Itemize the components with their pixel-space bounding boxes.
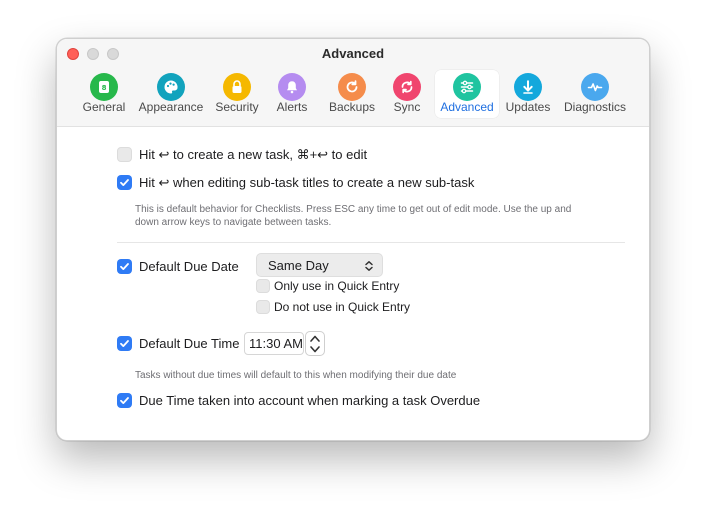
tab-general[interactable]: 8 General: [78, 70, 130, 118]
only-quick-entry-label: Only use in Quick Entry: [274, 279, 400, 293]
tab-diagnostics[interactable]: Diagnostics: [560, 70, 630, 118]
default-due-date-checkbox[interactable]: [117, 259, 132, 274]
default-due-date-value: Same Day: [268, 258, 329, 273]
sync-icon: [393, 73, 421, 101]
tab-diagnostics-label: Diagnostics: [563, 100, 627, 114]
lock-icon: [223, 73, 251, 101]
checkmark-icon: [120, 179, 129, 186]
hit-return-subtask-label: Hit ↩ when editing sub-task titles to cr…: [139, 175, 475, 190]
due-time-stepper[interactable]: [305, 331, 325, 356]
chevron-up-down-icon: [365, 261, 373, 271]
default-due-date-label: Default Due Date: [139, 259, 239, 274]
tab-sync[interactable]: Sync: [387, 70, 427, 118]
tab-appearance-label: Appearance: [138, 100, 204, 114]
default-due-date-select[interactable]: Same Day: [256, 253, 383, 277]
tab-security-label: Security: [215, 100, 259, 114]
download-icon: [514, 73, 542, 101]
preferences-toolbar: 8 General Appearance Security Alerts Bac…: [57, 70, 649, 120]
default-due-time-value: 11:30 AM: [249, 336, 303, 351]
hit-return-new-task-label: Hit ↩ to create a new task, ⌘+↩ to edit: [139, 147, 368, 162]
hit-return-subtask-checkbox[interactable]: [117, 175, 132, 190]
default-due-time-field[interactable]: 11:30 AM: [244, 332, 304, 355]
subtask-help-text-line2: down arrow keys to navigate between task…: [135, 217, 332, 228]
tab-security[interactable]: Security: [211, 70, 263, 118]
general-icon: 8: [90, 73, 118, 101]
tab-alerts-label: Alerts: [276, 100, 308, 114]
sliders-icon: [453, 73, 481, 101]
subtask-help-text-line1: This is default behavior for Checklists.…: [135, 204, 572, 215]
pulse-icon: [581, 73, 609, 101]
stepper-up-icon[interactable]: [309, 334, 321, 343]
tab-advanced[interactable]: Advanced: [435, 70, 499, 118]
svg-text:8: 8: [102, 84, 107, 92]
titlebar: Advanced 8 General Appearance Security A…: [57, 39, 649, 127]
checkmark-icon: [120, 340, 129, 347]
due-time-overdue-label: Due Time taken into account when marking…: [139, 393, 481, 408]
tab-general-label: General: [82, 100, 126, 114]
not-quick-entry-label: Do not use in Quick Entry: [274, 300, 411, 314]
tab-appearance[interactable]: Appearance: [135, 70, 207, 118]
palette-icon: [157, 73, 185, 101]
preferences-window: Advanced 8 General Appearance Security A…: [56, 38, 650, 441]
tab-updates-label: Updates: [505, 100, 551, 114]
checkmark-icon: [120, 263, 129, 270]
tab-updates[interactable]: Updates: [502, 70, 554, 118]
default-due-time-label: Default Due Time: [139, 336, 240, 351]
default-due-time-checkbox[interactable]: [117, 336, 132, 351]
section-divider: [117, 242, 625, 243]
stepper-down-icon[interactable]: [309, 345, 321, 354]
window-title: Advanced: [321, 46, 385, 61]
tab-advanced-label: Advanced: [440, 100, 494, 114]
only-quick-entry-checkbox[interactable]: [256, 279, 270, 293]
backup-icon: [338, 73, 366, 101]
tab-sync-label: Sync: [393, 100, 421, 114]
due-time-help-text: Tasks without due times will default to …: [135, 370, 457, 381]
advanced-settings-panel: Hit ↩ to create a new task, ⌘+↩ to edit …: [57, 128, 649, 440]
tab-alerts[interactable]: Alerts: [267, 70, 317, 118]
due-time-overdue-checkbox[interactable]: [117, 393, 132, 408]
not-quick-entry-checkbox[interactable]: [256, 300, 270, 314]
hit-return-new-task-checkbox[interactable]: [117, 147, 132, 162]
tab-backups[interactable]: Backups: [322, 70, 382, 118]
tab-backups-label: Backups: [328, 100, 376, 114]
checkmark-icon: [120, 397, 129, 404]
bell-icon: [278, 73, 306, 101]
